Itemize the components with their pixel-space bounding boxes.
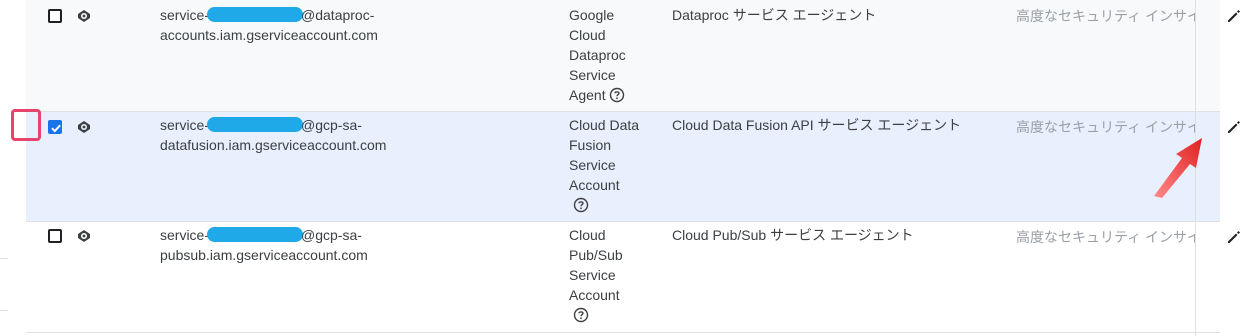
role-description: Cloud Pub/Sub サービス エージェント xyxy=(672,227,914,243)
checkmark-icon xyxy=(51,124,61,133)
eye-icon[interactable] xyxy=(76,119,92,135)
eye-icon[interactable] xyxy=(76,8,92,24)
role-description: Cloud Data Fusion API サービス エージェント xyxy=(672,117,962,133)
edit-icon[interactable] xyxy=(1226,8,1242,24)
security-insight: 高度なセキュリティ インサイ xyxy=(1016,8,1196,24)
row-checkbox[interactable] xyxy=(48,9,62,23)
member-email: service- @dataproc- accounts.iam.gservice… xyxy=(160,7,378,43)
redacted-id xyxy=(207,117,304,132)
edit-icon[interactable] xyxy=(1226,229,1242,245)
redacted-id xyxy=(207,227,304,242)
eye-icon[interactable] xyxy=(76,228,92,244)
member-name: Cloud Data Fusion Service Account xyxy=(569,115,649,215)
red-arrow-annotation xyxy=(1154,138,1202,198)
table-row-selected: service- @gcp-sa- datafusion.iam.gservice… xyxy=(26,112,1240,222)
annotation-highlight-box xyxy=(11,109,41,141)
role-description: Dataproc サービス エージェント xyxy=(672,7,877,23)
member-email: service- @gcp-sa- pubsub.iam.gserviceacco… xyxy=(160,227,368,263)
help-icon[interactable] xyxy=(573,307,589,323)
member-name: Cloud Pub/Sub Service Account xyxy=(569,225,649,325)
service-accounts-table: service- @dataproc- accounts.iam.gservice… xyxy=(26,0,1240,333)
member-name: Google Cloud Dataproc Service Agent xyxy=(569,7,626,103)
table-row: service- @dataproc- accounts.iam.gservice… xyxy=(26,0,1240,112)
security-insight: 高度なセキュリティ インサイ xyxy=(1016,229,1196,245)
row-checkbox-checked[interactable] xyxy=(48,120,62,134)
help-icon[interactable] xyxy=(573,197,589,213)
edit-icon[interactable] xyxy=(1226,119,1242,135)
member-email: service- @gcp-sa- datafusion.iam.gservice… xyxy=(160,117,387,153)
redacted-id xyxy=(207,7,304,22)
table-row: service- @gcp-sa- pubsub.iam.gserviceacco… xyxy=(26,222,1240,333)
row-checkbox[interactable] xyxy=(48,229,62,243)
help-icon[interactable] xyxy=(609,87,625,103)
